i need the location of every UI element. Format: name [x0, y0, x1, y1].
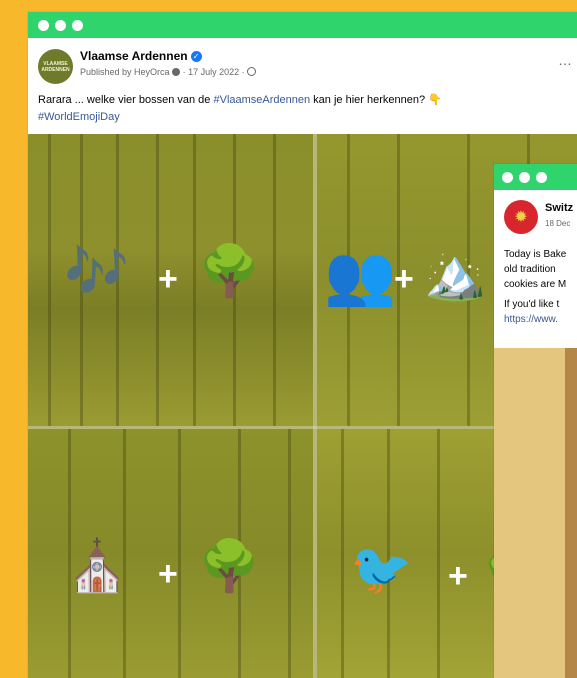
- page-name-text[interactable]: Vlaamse Ardennen: [80, 49, 188, 63]
- church-icon: ⛪: [66, 537, 129, 595]
- hashtag-link[interactable]: #VlaamseArdennen: [213, 94, 310, 106]
- mountain-icon: 🏔️: [424, 245, 487, 303]
- secondary-window: ✹ Switz 18 Dec Today is Bake old traditi…: [494, 164, 577, 678]
- bird-icon: 🐦: [350, 540, 413, 598]
- info-icon[interactable]: [172, 68, 181, 76]
- plus-sign: +: [158, 555, 178, 593]
- sun-logo-icon[interactable]: ✹: [504, 200, 538, 234]
- people-silhouette-icon: 👥: [324, 241, 397, 309]
- second-post-header: ✹ Switz 18 Dec Today is Bake old traditi…: [494, 190, 577, 348]
- published-by: Published by HeyOrca: [80, 67, 170, 77]
- window-titlebar: [494, 164, 577, 190]
- pointing-down-icon: 👇: [428, 94, 442, 106]
- verified-icon: ✓: [190, 51, 202, 62]
- post-text: Today is Bake old tradition cookies are …: [504, 247, 577, 327]
- window-dot-icon[interactable]: [536, 171, 547, 183]
- page-name[interactable]: Switz: [545, 202, 573, 214]
- window-titlebar: [28, 12, 577, 38]
- grid-divider: [313, 134, 317, 678]
- post-header: VLAAMSE ARDENNEN Vlaamse Ardennen ✓ Publi…: [28, 38, 577, 134]
- window-dot-icon[interactable]: [38, 19, 49, 31]
- window-dot-icon[interactable]: [55, 19, 66, 31]
- window-dot-icon[interactable]: [519, 171, 530, 183]
- tree-icon: 🌳: [198, 242, 261, 300]
- post-meta: Published by HeyOrca · 17 July 2022 ·: [80, 67, 257, 77]
- post-date[interactable]: 18 Dec: [545, 219, 570, 228]
- page-avatar[interactable]: VLAAMSE ARDENNEN: [38, 49, 73, 84]
- post-text: Rarara ... welke vier bossen van de #Vla…: [38, 94, 442, 123]
- more-options-icon[interactable]: …: [558, 52, 573, 68]
- globe-icon: [247, 67, 257, 76]
- photo-edge: [565, 348, 577, 678]
- post-date[interactable]: 17 July 2022: [188, 67, 239, 77]
- avatar-text: VLAAMSE ARDENNEN: [41, 60, 70, 73]
- hashtag-link[interactable]: #WorldEmojiDay: [38, 111, 120, 123]
- tree-icon: 🌳: [198, 537, 261, 595]
- plus-sign: +: [394, 260, 414, 298]
- page-name[interactable]: Vlaamse Ardennen ✓: [80, 49, 202, 63]
- plus-sign: +: [158, 260, 178, 298]
- plus-sign: +: [448, 557, 468, 595]
- musical-notes-icon: 🎶: [64, 242, 129, 302]
- window-dot-icon[interactable]: [502, 171, 513, 183]
- post-link[interactable]: https://www.: [504, 312, 577, 327]
- window-dot-icon[interactable]: [72, 19, 83, 31]
